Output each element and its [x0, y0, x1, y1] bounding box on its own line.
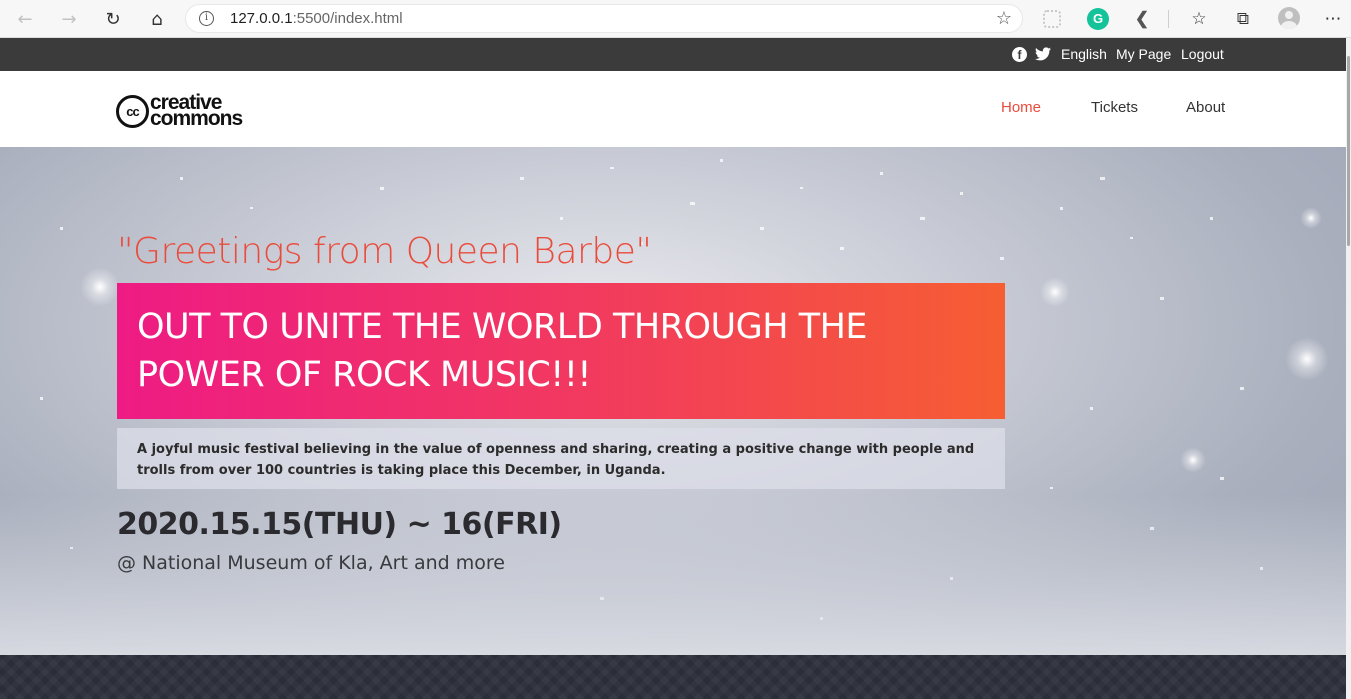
extension-icon[interactable]	[1043, 10, 1061, 28]
forward-icon[interactable]: →	[57, 7, 81, 31]
more-icon[interactable]: ⋯	[1322, 8, 1344, 30]
creative-commons-logo[interactable]: cc creative commons	[116, 92, 268, 132]
event-date: 2020.15.15(THU) ~ 16(FRI)	[117, 507, 562, 542]
address-bar[interactable]: i 127.0.0.1:5500/index.html ☆	[185, 4, 1023, 33]
info-icon[interactable]: i	[199, 11, 214, 26]
home-icon[interactable]: ⌂	[145, 7, 169, 31]
toolbar-divider	[1168, 10, 1169, 28]
profile-icon[interactable]	[1278, 7, 1300, 29]
language-link[interactable]: English	[1061, 46, 1107, 62]
cc-badge: cc	[116, 95, 149, 128]
greeting-title: "Greetings from Queen Barbe"	[117, 231, 652, 272]
headline-line-2: POWER OF ROCK MUSIC!!!	[137, 355, 591, 395]
collections-icon[interactable]: ⧉	[1232, 8, 1254, 30]
favorite-star-icon[interactable]: ☆	[996, 8, 1012, 29]
back-icon[interactable]: ←	[13, 7, 37, 31]
logo-word-commons: commons	[150, 107, 243, 130]
facebook-icon[interactable]: f	[1012, 47, 1027, 62]
favorites-icon[interactable]: ☆	[1188, 8, 1210, 30]
browser-toolbar: ← → ↻ ⌂ i 127.0.0.1:5500/index.html ☆ G …	[0, 0, 1351, 38]
nav-about[interactable]: About	[1186, 99, 1225, 116]
site-header: cc creative commons Home Tickets About	[0, 71, 1346, 147]
hero-section: "Greetings from Queen Barbe" OUT TO UNIT…	[0, 147, 1346, 655]
my-page-link[interactable]: My Page	[1116, 46, 1171, 62]
nav-home[interactable]: Home	[1001, 99, 1041, 116]
grammarly-icon[interactable]: G	[1087, 8, 1109, 30]
logout-link[interactable]: Logout	[1181, 46, 1224, 62]
url-text[interactable]: 127.0.0.1:5500/index.html	[230, 10, 403, 27]
site-topbar: f English My Page Logout	[0, 38, 1346, 71]
description-box: A joyful music festival believing in the…	[117, 428, 1005, 489]
twitter-icon[interactable]	[1035, 47, 1051, 62]
event-venue: @ National Museum of Kla, Art and more	[117, 552, 505, 574]
nav-tickets[interactable]: Tickets	[1091, 99, 1138, 116]
festival-description: A joyful music festival believing in the…	[137, 442, 975, 478]
page-scrollbar[interactable]	[1346, 38, 1351, 699]
scrollbar-thumb[interactable]	[1347, 56, 1350, 246]
headline-line-1: OUT TO UNITE THE WORLD THROUGH THE	[137, 307, 868, 347]
headline-banner: OUT TO UNITE THE WORLD THROUGH THE POWER…	[117, 283, 1005, 419]
refresh-icon[interactable]: ↻	[101, 7, 125, 31]
k-extension-icon[interactable]: ❮	[1131, 8, 1153, 30]
next-section-band	[0, 655, 1346, 699]
